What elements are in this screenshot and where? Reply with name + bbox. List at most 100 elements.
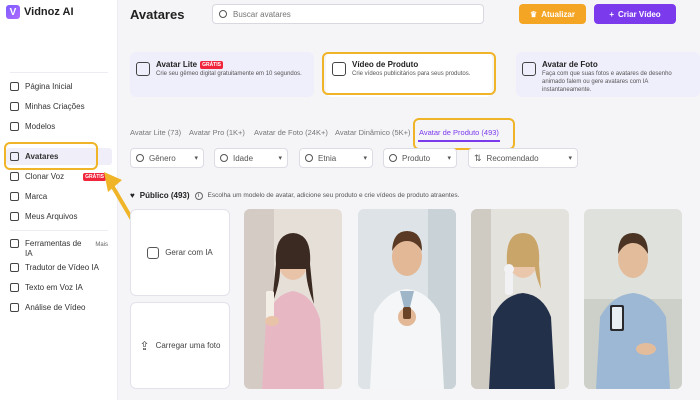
upload-icon [10,212,19,221]
brand-logo[interactable]: V Vidnoz AI [6,4,74,20]
age-icon [220,154,228,162]
photo-avatar-icon [522,62,536,76]
tab-avatar-pro[interactable]: Avatar Pro (1K+) [189,128,245,137]
sidebar-item-label: Ferramentas de IA [25,239,82,258]
play-icon [10,102,19,111]
sidebar-item-label: Minhas Criações [25,102,85,111]
chevron-down-icon: ▾ [447,155,451,162]
free-badge: GRÁTIS [200,60,223,69]
sidebar-item-home[interactable]: Página Inicial [6,78,112,95]
sidebar-item-templates[interactable]: Modelos [6,118,112,135]
avatar-card[interactable] [584,209,682,389]
sidebar-item-my-creations[interactable]: Minhas Criações [6,98,112,115]
avatar-card[interactable] [358,209,456,389]
ai-avatar-icon [147,246,160,259]
analysis-icon [10,303,19,312]
sidebar-item-label: Clonar Voz [25,172,65,181]
template-icon [10,122,19,131]
public-desc: Escolha um modelo de avatar, adicione se… [207,192,460,199]
brand-name: Vidnoz AI [24,6,74,18]
create-video-button[interactable]: + Criar Vídeo [594,4,676,24]
avatar-card[interactable] [244,209,342,389]
filter-label: Produto [402,153,431,163]
chevron-down-icon: ▾ [278,155,282,162]
product-tab-highlight [413,118,515,150]
sidebar-item-voice-clone[interactable]: Clonar Voz GRÁTIS [6,168,112,185]
chevron-down-icon: ▾ [363,155,367,162]
gender-filter[interactable]: Gênero ▾ [130,148,204,168]
banner-title: Avatar Lite [156,60,198,69]
sidebar-item-label: Página Inicial [25,82,73,91]
sidebar-item-text-to-speech[interactable]: Texto em Voz IA [6,279,112,296]
filter-label: Gênero [149,153,176,163]
tab-avatar-lite[interactable]: Avatar Lite (73) [130,128,181,137]
sidebar-item-label: Texto em Voz IA [25,283,83,292]
search-bar[interactable] [212,4,484,24]
age-filter[interactable]: Idade ▾ [214,148,288,168]
avatar-doctor-image [358,209,456,389]
filter-label: Etnia [318,153,337,163]
sidebar-item-brand[interactable]: Marca [6,188,112,205]
product-video-highlight [322,52,496,95]
sidebar-item-my-files[interactable]: Meus Arquivos [6,208,112,225]
banner-avatar-lite[interactable]: Avatar Lite GRÁTIS Crie seu gêmeo digital… [130,52,314,97]
sidebar-divider [10,230,108,231]
ethnicity-icon [305,154,313,162]
page-title: Avatares [130,7,185,22]
banner-title: Avatar de Foto [542,60,598,69]
chevron-down-icon: ▾ [194,155,198,162]
upload-cloud-icon: ⇪ [139,338,150,353]
sidebar-item-video-analysis[interactable]: Análise de Vídeo [6,299,112,316]
avatar-card[interactable] [471,209,569,389]
banner-desc: Crie seu gêmeo digital gratuitamente em … [156,71,302,77]
tab-photo-avatar[interactable]: Avatar de Foto (24K+) [254,128,328,137]
upgrade-button[interactable]: ♛ Atualizar [519,4,586,24]
sidebar-item-label: Análise de Vídeo [25,303,86,312]
filter-label: Recomendado [486,153,539,163]
ethnicity-filter[interactable]: Etnia ▾ [299,148,373,168]
generate-label: Gerar com IA [165,248,213,257]
banner-desc: Faça com que suas fotos e avatares de de… [542,71,672,93]
generate-ai-card[interactable]: Gerar com IA [130,209,230,296]
banner-photo-avatar[interactable]: Avatar de Foto Faça com que suas fotos e… [516,52,700,97]
avatar-woman-robe-image [244,209,342,389]
home-icon [10,82,19,91]
voice-icon [10,172,19,181]
sort-icon: ⇅ [474,152,482,163]
product-filter[interactable]: Produto ▾ [383,148,457,168]
plus-icon: + [609,9,614,19]
avatars-highlight [4,142,98,170]
sort-filter[interactable]: ⇅ Recomendado ▾ [468,148,578,168]
gender-icon [136,154,144,162]
sidebar-item-label: Meus Arquivos [25,212,78,221]
translate-icon [10,263,19,272]
sidebar-item-label: Modelos [25,122,56,131]
sidebar-divider [10,72,108,73]
upload-photo-card[interactable]: ⇪ Carregar uma foto [130,302,230,389]
public-count: Público (493) [139,191,190,200]
avatar-add-icon [136,62,150,76]
search-icon [219,10,227,18]
sidebar-item-label: Tradutor de Vídeo IA [25,263,99,272]
crown-icon: ♛ [530,9,538,19]
avatar-man-phone-image [584,209,682,389]
vidnoz-logo-icon: V [6,5,20,19]
search-input[interactable] [233,9,463,19]
brand-icon [10,192,19,201]
public-section-header: ♥ Público (493) i Escolha um modelo de a… [130,191,459,200]
app-window: V Vidnoz AI Página Inicial Minhas Criaçõ… [0,0,700,400]
sidebar-item-ai-tools[interactable]: Ferramentas de IA Mais [6,238,112,260]
speech-icon [10,283,19,292]
tab-dynamic-avatar[interactable]: Avatar Dinâmico (5K+) [335,128,411,137]
sidebar-item-video-translator[interactable]: Tradutor de Vídeo IA [6,259,112,276]
avatar-woman-device-image [471,209,569,389]
upgrade-label: Atualizar [541,9,575,19]
create-video-label: Criar Vídeo [617,9,661,19]
tools-icon [10,239,19,248]
upload-label: Carregar uma foto [155,341,221,350]
filter-label: Idade [233,153,254,163]
heart-icon: ♥ [130,191,135,200]
info-icon[interactable]: i [194,191,203,200]
chevron-down-icon: ▾ [568,155,572,162]
sidebar-item-label: Marca [25,192,48,201]
